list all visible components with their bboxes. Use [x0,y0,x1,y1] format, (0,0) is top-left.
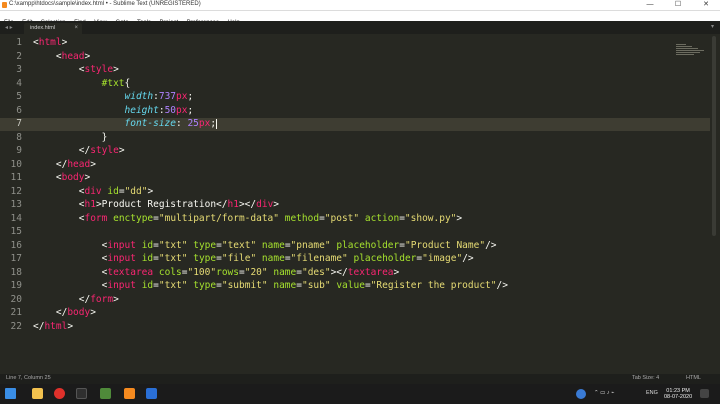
tab-label: index.html [30,25,56,31]
line-number: 3 [16,64,22,75]
status-bar: Line 7, Column 25 Tab Size: 4 HTML [0,374,720,384]
line-number: 17 [10,253,22,264]
line-number: 19 [10,280,22,291]
clock-date: 08-07-2020 [664,394,693,400]
opera-browser-icon[interactable] [54,388,65,399]
close-button[interactable]: ✕ [692,0,720,11]
sublime-app-icon [2,2,7,8]
tab-bar: ◂ ▸ index.html × ▾ [0,21,720,34]
line-number: 14 [10,212,22,224]
code-line: width:737px; [124,91,194,102]
language-indicator[interactable]: ENG [646,390,658,396]
line-number: 2 [16,50,22,62]
code-editor[interactable]: 1 2 3 4 5 6 7 8 9 10 11 12 13 14 15 16 1… [0,34,710,374]
line-number: 12 [10,185,22,197]
code-line: } [33,131,108,143]
line-number: 21 [10,307,22,318]
line-number: 8 [16,131,22,143]
code-line: height:50px; [124,104,194,116]
line-number: 5 [16,91,22,102]
line-number: 4 [16,77,22,89]
line-number: 15 [10,226,22,237]
code-line: <h1>Product Registration</h1></div> [33,199,280,210]
app-icon[interactable] [100,388,111,399]
menu-bar: File Edit Selection Find View Goto Tools… [0,11,720,26]
clock[interactable]: 01:23 PM 08-07-2020 [664,388,692,400]
line-number: 9 [16,145,22,156]
line-number: 22 [10,320,22,332]
line-number: 16 [10,239,22,251]
line-number: 6 [16,104,22,116]
window-title: C:\xampp\htdocs\sample\index.html • - Su… [9,1,201,7]
code-line: <input id="txt" type="text" name="pname"… [33,239,497,251]
code-line: <textarea cols="100"rows="20" name="des"… [33,266,400,278]
line-number-current: 7 [16,118,22,129]
code-line: <div id="dd"> [33,185,154,197]
cursor-position: Line 7, Column 25 [6,375,51,381]
code-line: <head> [33,50,91,62]
tab-size-selector[interactable]: Tab Size: 4 [632,375,659,381]
windows-taskbar: ⌃ ▭ ♪ ⌁ ENG 01:23 PM 08-07-2020 [0,384,720,404]
line-number: 11 [10,172,22,183]
code-line: <form enctype="multipart/form-data" meth… [33,212,463,224]
maximize-button[interactable]: ☐ [664,0,692,11]
app-icon[interactable] [76,388,87,399]
code-line-current: font-size: 25px; [124,118,218,129]
tab-index-html[interactable]: index.html × [24,23,82,34]
code-line: </html> [33,320,74,332]
minimize-button[interactable]: — [636,0,664,11]
scrollbar-thumb[interactable] [712,36,716,236]
tab-dropdown-icon[interactable]: ▾ [711,23,714,30]
code-line: <input id="txt" type="submit" name="sub"… [33,280,508,291]
tray-app-icon[interactable] [576,389,586,399]
code-line: <html> [33,37,68,48]
line-number-gutter: 1 2 3 4 5 6 7 8 9 10 11 12 13 14 15 16 1… [0,34,24,374]
minimap[interactable] [676,44,706,58]
notification-icon[interactable] [700,389,709,398]
sublime-text-taskbar-icon[interactable] [124,388,135,399]
code-line: </body> [33,307,96,318]
syntax-selector[interactable]: HTML [686,375,701,381]
tray-icons[interactable]: ⌃ ▭ ♪ ⌁ [594,390,614,396]
windows-start-icon[interactable] [5,388,16,399]
tab-close-icon[interactable]: × [74,23,78,34]
code-line: </form> [33,293,119,305]
code-line: <input id="txt" type="file" name="filena… [33,253,474,264]
file-explorer-icon[interactable] [32,388,43,399]
app-icon[interactable] [146,388,157,399]
code-line: #txt{ [101,77,131,89]
code-line: <body> [33,172,91,183]
title-bar: C:\xampp\htdocs\sample\index.html • - Su… [0,0,720,11]
line-number: 13 [10,199,22,210]
code-line: </head> [33,158,96,170]
line-number: 18 [10,266,22,278]
code-line: <style> [33,64,119,75]
code-line: </style> [33,145,125,156]
line-number: 1 [16,37,22,48]
line-number: 10 [10,158,22,170]
text-cursor [216,118,218,129]
tab-scroll-arrows-icon[interactable]: ◂ ▸ [5,24,13,31]
line-number: 20 [10,293,22,305]
